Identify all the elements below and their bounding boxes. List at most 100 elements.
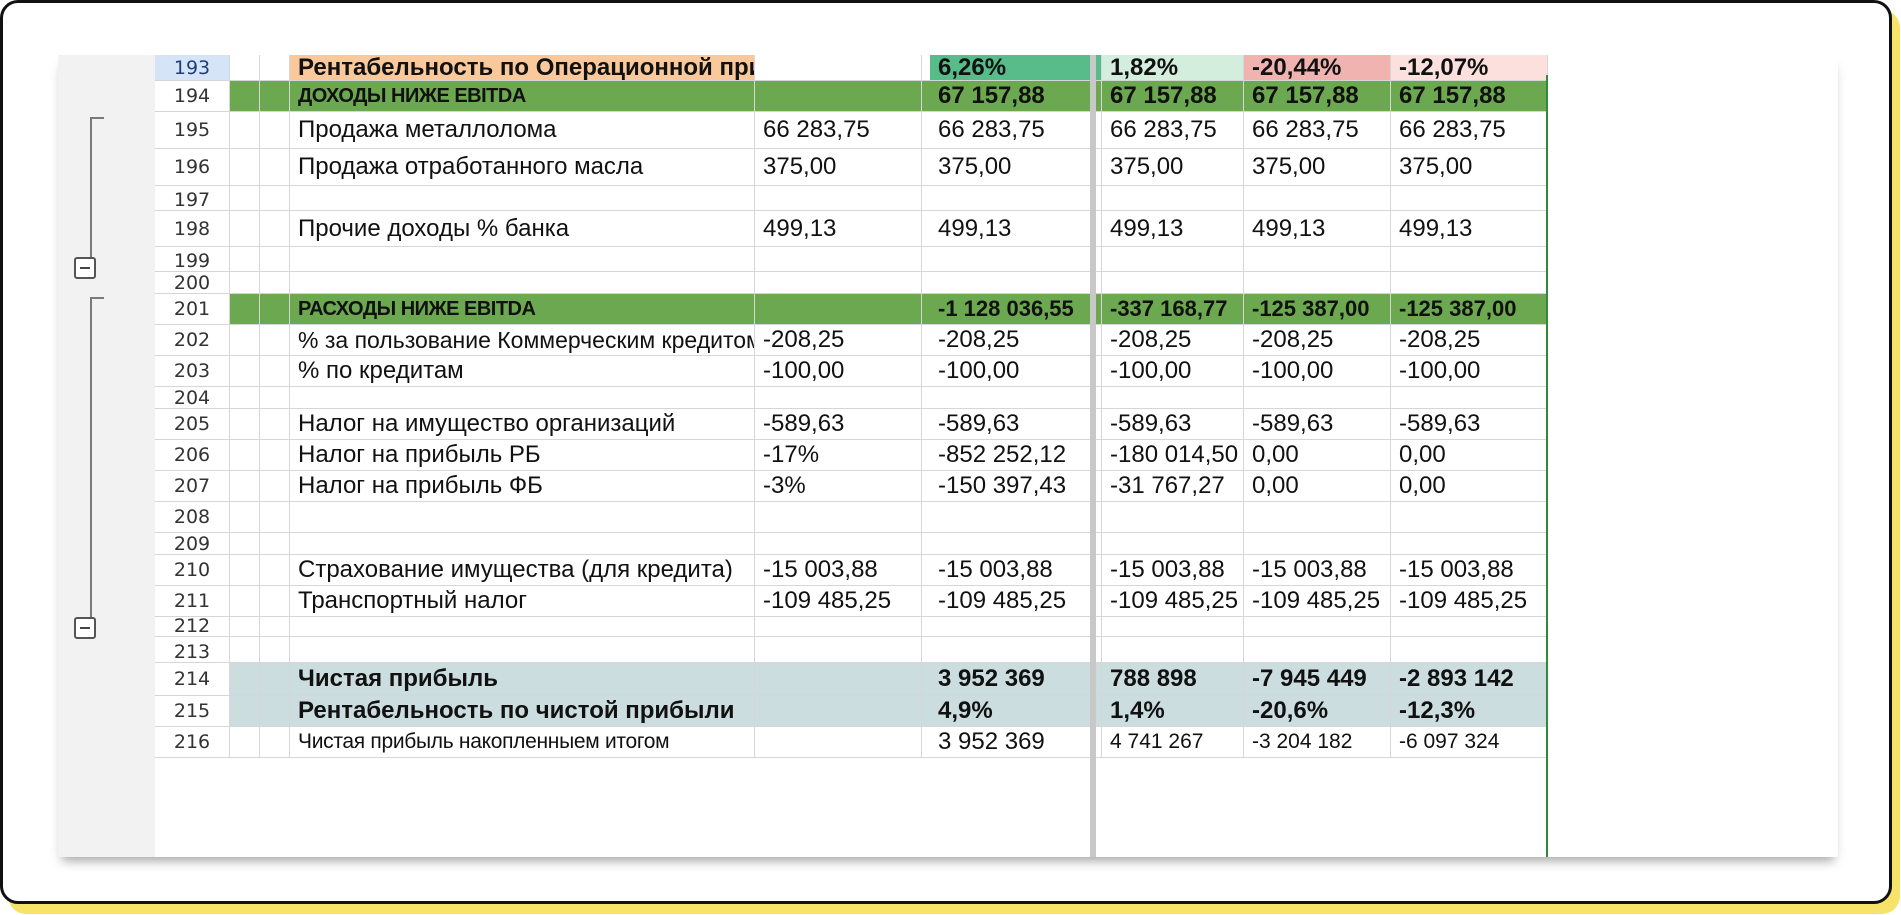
value-cell-4[interactable] bbox=[1391, 387, 1548, 409]
base-value[interactable]: -15 003,88 bbox=[755, 555, 922, 586]
base-value[interactable]: -3% bbox=[755, 471, 922, 502]
value-cell-2[interactable] bbox=[1102, 533, 1244, 555]
cell-a[interactable] bbox=[230, 387, 260, 409]
base-value[interactable] bbox=[755, 387, 922, 409]
cell-b[interactable] bbox=[260, 440, 290, 471]
value-cell-4[interactable]: -12,07% bbox=[1391, 55, 1548, 81]
value-cell-4[interactable] bbox=[1391, 272, 1548, 294]
row-label[interactable]: % по кредитам bbox=[290, 356, 755, 387]
row-label[interactable] bbox=[290, 247, 755, 272]
value-cell-2[interactable]: -589,63 bbox=[1102, 409, 1244, 440]
cell-b[interactable] bbox=[260, 637, 290, 663]
value-cell-1[interactable] bbox=[930, 186, 1102, 211]
cell-a[interactable] bbox=[230, 272, 260, 294]
value-cell-1[interactable] bbox=[930, 272, 1102, 294]
row-label[interactable]: ДОХОДЫ НИЖЕ EBITDA bbox=[290, 81, 755, 112]
base-value[interactable] bbox=[755, 186, 922, 211]
row-number[interactable]: 208 bbox=[155, 502, 230, 533]
value-cell-4[interactable]: 0,00 bbox=[1391, 440, 1548, 471]
cell-a[interactable] bbox=[230, 81, 260, 112]
value-cell-2[interactable]: -109 485,25 bbox=[1102, 586, 1244, 617]
value-cell-2[interactable] bbox=[1102, 387, 1244, 409]
value-cell-1[interactable] bbox=[930, 533, 1102, 555]
value-cell-3[interactable]: -20,44% bbox=[1244, 55, 1391, 81]
row-label[interactable]: Продажа металлолома bbox=[290, 112, 755, 149]
row-number[interactable]: 204 bbox=[155, 387, 230, 409]
value-cell-4[interactable]: -125 387,00 bbox=[1391, 294, 1548, 325]
row-label[interactable]: Страхование имущества (для кредита) bbox=[290, 555, 755, 586]
value-cell-3[interactable]: 0,00 bbox=[1244, 440, 1391, 471]
cell-a[interactable] bbox=[230, 409, 260, 440]
value-cell-1[interactable]: -852 252,12 bbox=[930, 440, 1102, 471]
cell-a[interactable] bbox=[230, 149, 260, 186]
value-cell-4[interactable]: 499,13 bbox=[1391, 211, 1548, 247]
row-number[interactable]: 200 bbox=[155, 272, 230, 294]
row-number[interactable]: 205 bbox=[155, 409, 230, 440]
cell-b[interactable] bbox=[260, 112, 290, 149]
base-value[interactable]: -109 485,25 bbox=[755, 586, 922, 617]
value-cell-4[interactable]: 67 157,88 bbox=[1391, 81, 1548, 112]
row-number[interactable]: 212 bbox=[155, 617, 230, 637]
value-cell-2[interactable] bbox=[1102, 617, 1244, 637]
value-cell-2[interactable]: -15 003,88 bbox=[1102, 555, 1244, 586]
frozen-pane-divider[interactable] bbox=[1090, 55, 1096, 857]
value-cell-3[interactable] bbox=[1244, 533, 1391, 555]
value-cell-3[interactable]: -589,63 bbox=[1244, 409, 1391, 440]
row-label[interactable]: Налог на прибыль ФБ bbox=[290, 471, 755, 502]
base-value[interactable]: -589,63 bbox=[755, 409, 922, 440]
value-cell-1[interactable]: -150 397,43 bbox=[930, 471, 1102, 502]
row-label[interactable]: РАСХОДЫ НИЖЕ EBITDA bbox=[290, 294, 755, 325]
cell-b[interactable] bbox=[260, 272, 290, 294]
cell-a[interactable] bbox=[230, 555, 260, 586]
value-cell-4[interactable]: -12,3% bbox=[1391, 696, 1548, 727]
row-number[interactable]: 199 bbox=[155, 247, 230, 272]
value-cell-3[interactable]: 499,13 bbox=[1244, 211, 1391, 247]
value-cell-1[interactable]: -15 003,88 bbox=[930, 555, 1102, 586]
value-cell-4[interactable]: 0,00 bbox=[1391, 471, 1548, 502]
cell-a[interactable] bbox=[230, 637, 260, 663]
row-number[interactable]: 209 bbox=[155, 533, 230, 555]
cell-a[interactable] bbox=[230, 247, 260, 272]
value-cell-2[interactable]: -208,25 bbox=[1102, 325, 1244, 356]
base-value[interactable] bbox=[755, 272, 922, 294]
value-cell-3[interactable]: 375,00 bbox=[1244, 149, 1391, 186]
row-label[interactable]: Чистая прибыль bbox=[290, 663, 755, 696]
cell-a[interactable] bbox=[230, 617, 260, 637]
row-number[interactable]: 194 bbox=[155, 81, 230, 112]
cell-a[interactable] bbox=[230, 663, 260, 696]
value-cell-3[interactable]: -3 204 182 bbox=[1244, 727, 1391, 758]
value-cell-2[interactable]: -180 014,50 bbox=[1102, 440, 1244, 471]
value-cell-4[interactable]: -109 485,25 bbox=[1391, 586, 1548, 617]
row-number[interactable]: 196 bbox=[155, 149, 230, 186]
row-label[interactable]: Налог на имущество организаций bbox=[290, 409, 755, 440]
value-cell-4[interactable] bbox=[1391, 617, 1548, 637]
cell-a[interactable] bbox=[230, 440, 260, 471]
cell-b[interactable] bbox=[260, 471, 290, 502]
value-cell-1[interactable] bbox=[930, 617, 1102, 637]
value-cell-3[interactable]: -20,6% bbox=[1244, 696, 1391, 727]
cell-a[interactable] bbox=[230, 325, 260, 356]
cell-b[interactable] bbox=[260, 533, 290, 555]
cell-b[interactable] bbox=[260, 727, 290, 758]
base-value[interactable]: 66 283,75 bbox=[755, 112, 922, 149]
value-cell-1[interactable] bbox=[930, 387, 1102, 409]
base-value[interactable]: 499,13 bbox=[755, 211, 922, 247]
value-cell-3[interactable] bbox=[1244, 387, 1391, 409]
base-value[interactable] bbox=[755, 663, 922, 696]
value-cell-4[interactable] bbox=[1391, 533, 1548, 555]
row-label[interactable]: Прочие доходы % банка bbox=[290, 211, 755, 247]
cell-a[interactable] bbox=[230, 586, 260, 617]
base-value[interactable] bbox=[755, 502, 922, 533]
value-cell-3[interactable] bbox=[1244, 617, 1391, 637]
row-number[interactable]: 210 bbox=[155, 555, 230, 586]
row-label[interactable] bbox=[290, 617, 755, 637]
value-cell-2[interactable]: 66 283,75 bbox=[1102, 112, 1244, 149]
cell-b[interactable] bbox=[260, 325, 290, 356]
base-value[interactable] bbox=[755, 81, 922, 112]
cell-a[interactable] bbox=[230, 186, 260, 211]
value-cell-3[interactable] bbox=[1244, 637, 1391, 663]
value-cell-2[interactable]: 375,00 bbox=[1102, 149, 1244, 186]
value-cell-4[interactable] bbox=[1391, 637, 1548, 663]
value-cell-2[interactable] bbox=[1102, 272, 1244, 294]
base-value[interactable] bbox=[755, 617, 922, 637]
